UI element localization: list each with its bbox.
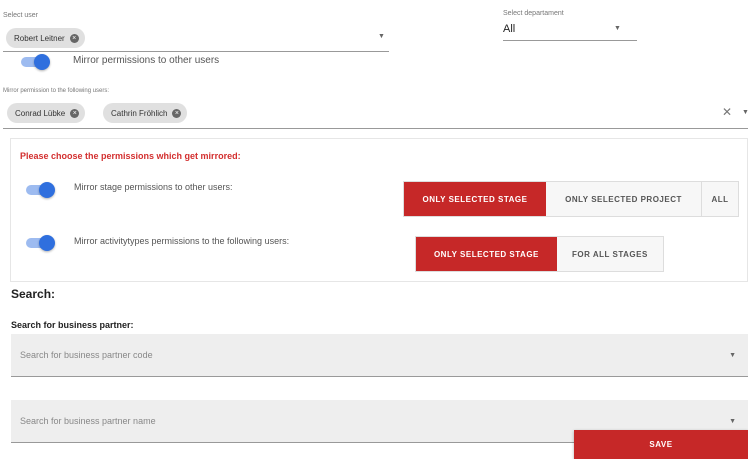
select-department-underline xyxy=(503,40,637,41)
caret-down-icon[interactable]: ▼ xyxy=(729,418,736,425)
mirror-users-underline xyxy=(3,128,748,129)
toggle-knob xyxy=(39,182,55,198)
select-department-label: Select departament xyxy=(503,10,564,17)
mirror-permissions-label: Mirror permissions to other users xyxy=(73,55,220,66)
select-department-value[interactable]: All xyxy=(503,23,515,35)
permissions-heading: Please choose the permissions which get … xyxy=(20,151,241,161)
only-selected-stage-button[interactable]: ONLY SELECTED STAGE xyxy=(404,182,546,216)
activitytypes-permissions-label: Mirror activitytypes permissions to the … xyxy=(74,236,290,246)
mirror-users-label: Mirror permission to the following users… xyxy=(3,88,110,94)
business-partner-code-placeholder: Search for business partner code xyxy=(20,350,153,360)
chip-label: Conrad Lübke xyxy=(15,108,66,118)
cancel-circle-icon[interactable]: × xyxy=(69,33,79,43)
for-all-stages-button[interactable]: FOR ALL STAGES xyxy=(556,237,663,271)
toggle-knob xyxy=(34,54,50,70)
mirror-user-chip[interactable]: Cathrin Fröhlich × xyxy=(103,103,188,123)
only-selected-stage-button[interactable]: ONLY SELECTED STAGE xyxy=(416,237,557,271)
activitytypes-scope-button-group: ONLY SELECTED STAGE FOR ALL STAGES xyxy=(415,236,664,272)
cancel-circle-icon[interactable]: × xyxy=(172,108,182,118)
mirror-user-chip[interactable]: Conrad Lübke × xyxy=(7,103,86,123)
stage-permissions-toggle[interactable] xyxy=(26,182,55,198)
caret-down-icon[interactable]: ▼ xyxy=(614,25,621,32)
cancel-circle-icon[interactable]: × xyxy=(70,108,80,118)
caret-down-icon[interactable]: ▼ xyxy=(729,352,736,359)
all-button[interactable]: ALL xyxy=(702,182,738,216)
save-button[interactable]: SAVE xyxy=(574,430,748,459)
business-partner-code-select[interactable]: Search for business partner code ▼ xyxy=(11,334,748,377)
selected-user-chip[interactable]: Robert Leitner × xyxy=(6,28,85,48)
business-partner-name-placeholder: Search for business partner name xyxy=(20,416,156,426)
stage-scope-button-group: ONLY SELECTED STAGE ONLY SELECTED PROJEC… xyxy=(403,181,739,217)
select-user-underline xyxy=(3,51,389,52)
caret-down-icon[interactable]: ▼ xyxy=(742,109,748,116)
stage-permissions-label: Mirror stage permissions to other users: xyxy=(74,182,233,192)
chip-label: Robert Leitner xyxy=(14,33,65,43)
mirror-permissions-toggle[interactable] xyxy=(21,54,50,70)
only-selected-project-button[interactable]: ONLY SELECTED PROJECT xyxy=(546,182,702,216)
toggle-knob xyxy=(39,235,55,251)
caret-down-icon[interactable]: ▼ xyxy=(378,33,385,40)
search-subheading: Search for business partner: xyxy=(11,320,134,330)
search-heading: Search: xyxy=(11,287,56,301)
close-icon[interactable]: ✕ xyxy=(722,105,732,119)
select-user-label: Select user xyxy=(3,12,39,19)
chip-label: Cathrin Fröhlich xyxy=(111,108,168,118)
activitytypes-permissions-toggle[interactable] xyxy=(26,235,55,251)
